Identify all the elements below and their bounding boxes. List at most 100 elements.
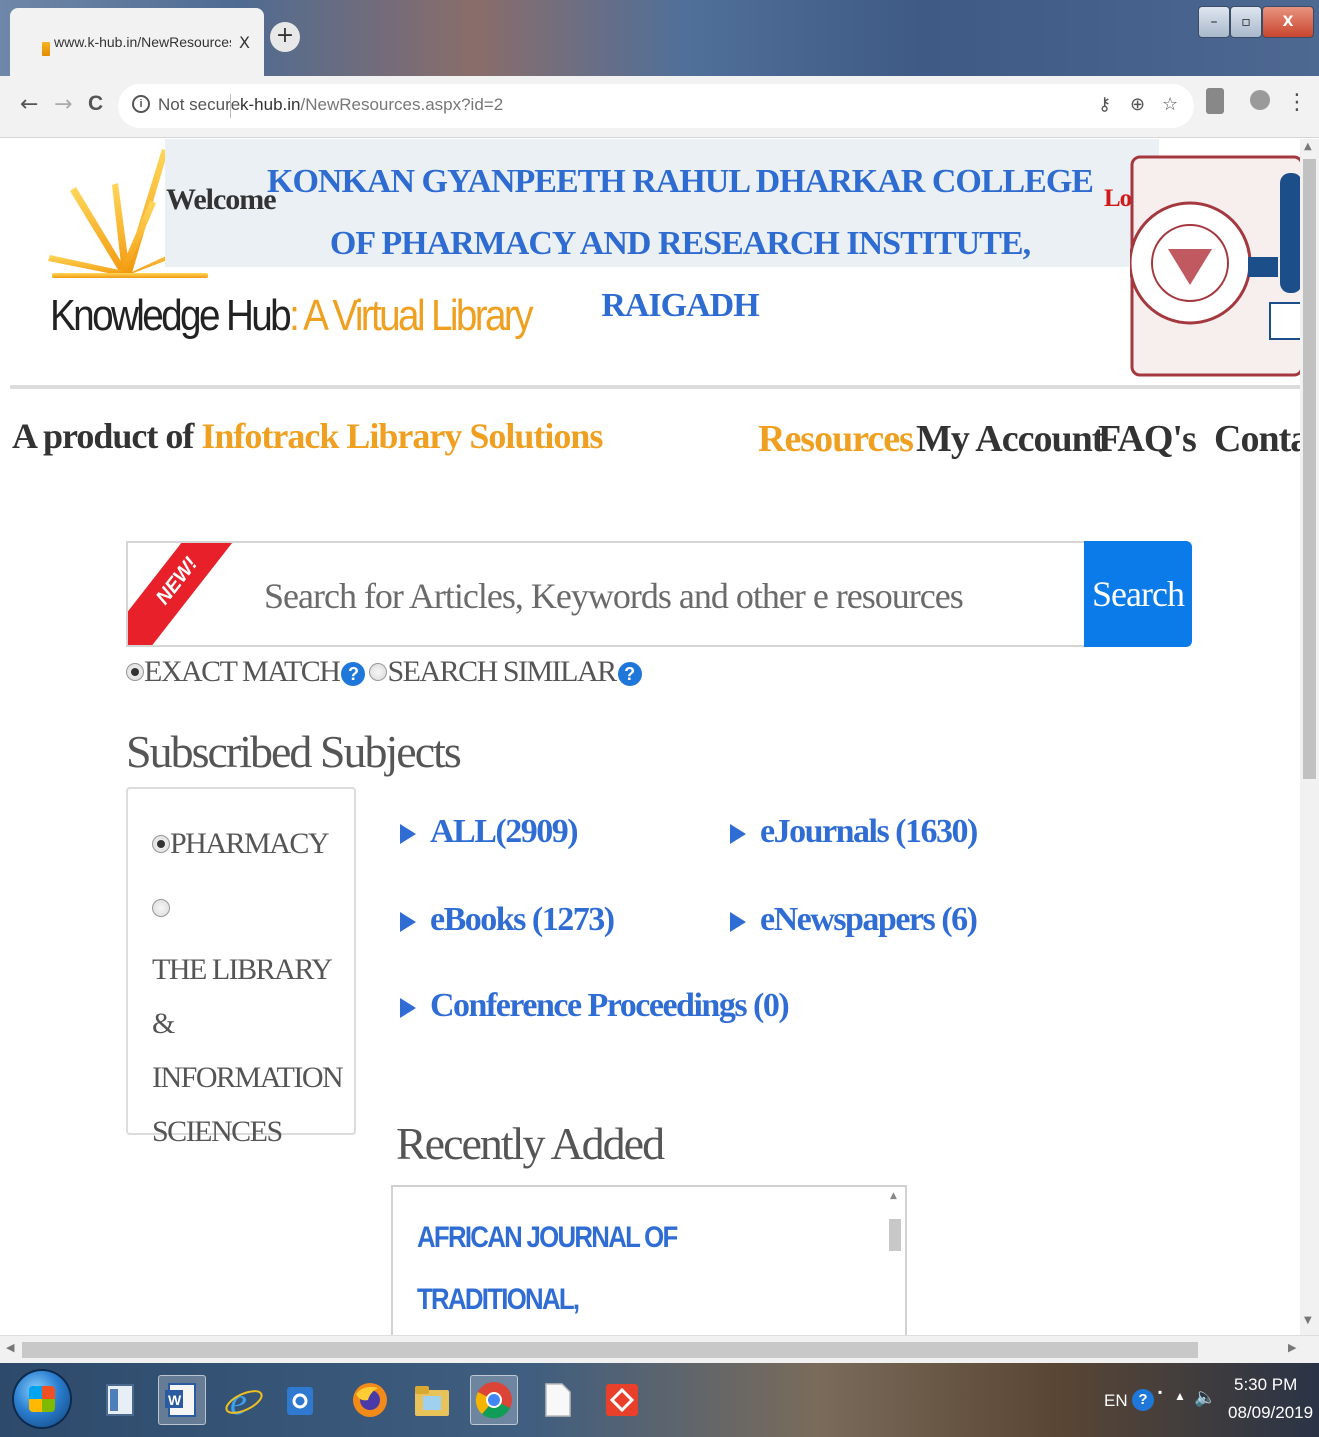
browser-toolbar: ← → C i Not secure k-hub.in/NewResources… [0,76,1319,138]
subject-pharmacy[interactable]: PHARMACY [152,817,330,871]
clock-time[interactable]: 5:30 PM [1234,1375,1297,1395]
nav-my-account[interactable]: My Account [916,417,1104,461]
language-indicator[interactable]: EN [1104,1391,1128,1411]
extension-icon[interactable] [1206,88,1224,114]
site-tagline: A Virtual Library [303,291,533,340]
product-prefix: A product of [12,416,194,456]
window-maximize-button[interactable]: ▫ [1230,6,1262,38]
search-mode-options: EXACT MATCH? SEARCH SIMILAR? [126,655,646,689]
subject-library-science-label[interactable]: THE LIBRARY & INFORMATION SCIENCES [152,953,344,1148]
arrow-right-icon [730,912,746,933]
exact-match-radio[interactable] [126,663,144,681]
vertical-scroll-thumb[interactable] [1303,159,1316,779]
chrome-icon[interactable] [470,1375,518,1425]
arrow-right-icon [400,998,416,1019]
search-similar-radio[interactable] [369,663,388,681]
show-hidden-icons-icon[interactable]: ▲ [1174,1389,1186,1403]
info-icon[interactable]: i [132,95,150,113]
browser-titlebar: www.k-hub.in/NewResources.aspx?id=2 X + … [0,0,1319,76]
page-vertical-scrollbar[interactable]: ▲ ▼ [1300,139,1319,1335]
page-viewport: Welcome KONKAN GYANPEETH RAHUL DHARKAR C… [0,139,1300,1335]
explorer-window-icon[interactable] [96,1375,144,1425]
anydesk-icon[interactable] [598,1375,646,1425]
product-credit: A product of Infotrack Library Solutions [12,415,603,457]
arrow-right-icon [400,912,416,933]
scroll-right-icon[interactable]: ▶ [1288,1341,1296,1354]
resource-link-ejournals-label[interactable]: eJournals (1630) [760,813,978,850]
resource-link-enewspapers[interactable]: eNewspapers (6) [730,901,978,939]
product-brand[interactable]: Infotrack Library Solutions [201,416,603,456]
horizontal-scroll-thumb[interactable] [22,1342,1198,1358]
window-minimize-button[interactable]: – [1198,6,1230,38]
firefox-icon[interactable] [346,1375,394,1425]
college-seal-icon [1130,155,1300,377]
file-explorer-icon[interactable] [408,1375,456,1425]
scroll-down-icon[interactable]: ▼ [1304,1315,1312,1326]
recent-scrollbar[interactable]: ▲ [887,1191,903,1335]
internet-explorer-icon[interactable]: e [220,1375,268,1425]
tab-close-button[interactable]: X [239,33,250,52]
search-input[interactable] [264,571,1064,621]
bookmark-star-icon[interactable]: ☆ [1162,94,1178,115]
reload-button[interactable]: C [88,92,103,116]
blank-document-icon[interactable] [534,1375,582,1425]
address-separator [230,94,231,118]
start-button[interactable] [14,1371,70,1427]
windows-taskbar: W e EN ? ▪ ▲ 🔈 5:30 PM 08/09/2019 [0,1363,1319,1437]
recently-added-heading: Recently Added [396,1118,665,1169]
resource-link-enewspapers-label[interactable]: eNewspapers (6) [760,901,978,938]
address-url[interactable]: k-hub.in/NewResources.aspx?id=2 [240,95,503,115]
exact-match-label[interactable]: EXACT MATCH [144,655,341,688]
svg-text:W: W [168,1392,182,1408]
menu-kebab-icon[interactable]: ⋮ [1286,90,1308,115]
exact-match-help-icon[interactable]: ? [341,662,366,687]
subject-pharmacy-label[interactable]: PHARMACY [170,827,330,860]
back-button[interactable]: ← [20,92,38,117]
search-similar-help-icon[interactable]: ? [617,662,642,687]
zoom-icon[interactable]: ⊕ [1130,94,1145,115]
resource-link-all[interactable]: ALL(2909) [400,813,579,851]
scroll-up-icon[interactable]: ▲ [1304,141,1312,152]
resource-link-conference-label[interactable]: Conference Proceedings (0) [430,987,790,1024]
resource-link-ejournals[interactable]: eJournals (1630) [730,813,978,851]
browser-tab[interactable]: www.k-hub.in/NewResources.aspx?id=2 X [10,8,264,76]
subject-library-science-radio[interactable] [152,899,170,917]
scroll-left-icon[interactable]: ◀ [6,1341,14,1354]
profile-icon[interactable] [1250,90,1270,110]
word-icon[interactable]: W [158,1375,206,1425]
scroll-up-icon[interactable]: ▲ [890,1191,897,1201]
subject-library-science[interactable]: THE LIBRARY & INFORMATION SCIENCES [152,889,344,1159]
new-badge: NEW! [128,543,246,645]
new-tab-button[interactable]: + [270,22,300,52]
security-label[interactable]: Not secure [158,95,240,115]
site-name: Knowledge Hub [50,291,292,340]
nav-contact[interactable]: Contact [1214,417,1300,461]
site-title-separator: : [289,291,300,340]
resource-link-ebooks-label[interactable]: eBooks (1273) [430,901,615,938]
window-close-button[interactable]: X [1262,6,1314,38]
volume-muted-icon[interactable]: 🔈 [1194,1387,1216,1408]
recent-item[interactable]: AFRICAN JOURNAL OF TRADITIONAL, COMPLEME… [417,1207,778,1335]
search-similar-label[interactable]: SEARCH SIMILAR [387,655,617,688]
help-tray-icon[interactable]: ? [1132,1389,1154,1411]
tab-title: www.k-hub.in/NewResources.aspx?id=2 [54,34,231,50]
address-bar[interactable]: i Not secure k-hub.in/NewResources.aspx?… [118,84,1194,128]
page-horizontal-scrollbar[interactable]: ◀ ▶ [0,1335,1319,1363]
recent-scroll-thumb[interactable] [889,1219,901,1251]
clock-date[interactable]: 08/09/2019 [1228,1403,1313,1423]
forward-button[interactable]: → [54,92,72,117]
address-domain: k-hub.in [240,95,301,114]
subject-pharmacy-radio[interactable] [152,835,170,853]
address-path: /NewResources.aspx?id=2 [300,95,504,114]
resource-link-conference[interactable]: Conference Proceedings (0) [400,987,790,1025]
arrow-right-icon [400,824,416,845]
outlook-icon[interactable] [276,1375,324,1425]
key-icon[interactable]: ⚷ [1098,94,1111,115]
search-box: NEW! [126,541,1086,647]
nav-faqs[interactable]: FAQ's [1098,417,1197,461]
resource-link-all-label[interactable]: ALL(2909) [430,813,579,850]
search-button[interactable]: Search [1084,541,1192,647]
network-tray-icon[interactable]: ▪ [1158,1385,1162,1399]
nav-resources[interactable]: Resources [758,417,914,461]
resource-link-ebooks[interactable]: eBooks (1273) [400,901,615,939]
